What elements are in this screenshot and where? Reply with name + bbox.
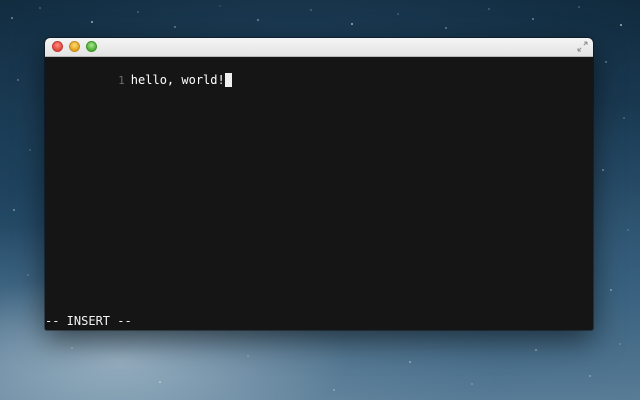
mode-indicator: -- INSERT -- [45,314,132,328]
desktop-wallpaper: 1 hello, world! -- INSERT -- [0,0,640,400]
close-icon[interactable] [52,41,63,52]
zoom-icon[interactable] [86,41,97,52]
editor-line[interactable]: 1 hello, world! [45,58,232,87]
window-titlebar[interactable] [45,38,593,57]
editor-area[interactable]: 1 hello, world! -- INSERT -- [45,57,593,330]
fullscreen-icon[interactable] [577,41,588,52]
terminal-window: 1 hello, world! -- INSERT -- [45,38,593,330]
minimize-icon[interactable] [69,41,80,52]
line-number: 1 [118,74,125,87]
text-cursor [224,73,232,87]
line-text[interactable]: hello, world! [131,73,225,88]
